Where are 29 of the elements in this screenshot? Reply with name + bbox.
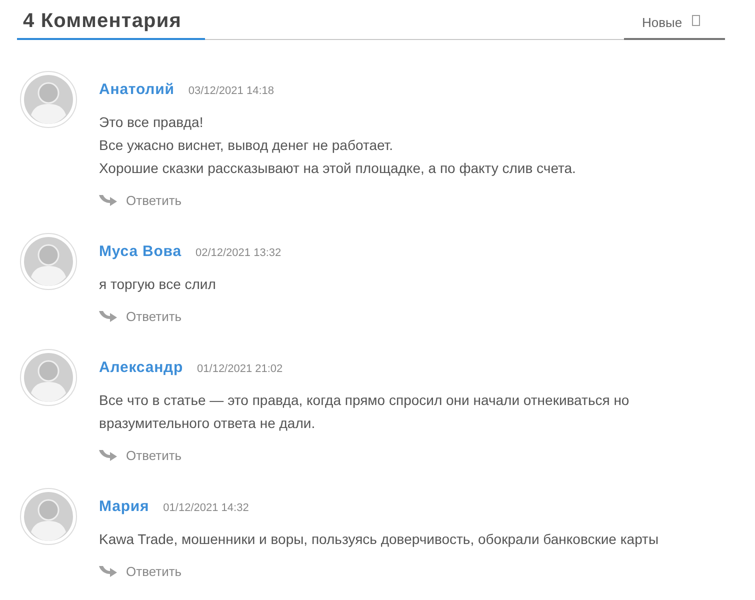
comments-heading: 4 Комментария — [17, 9, 205, 40]
avatar-icon — [20, 349, 77, 406]
comment-date[interactable]: 01/12/2021 14:32 — [163, 498, 249, 518]
avatar-icon — [20, 71, 77, 128]
avatar-icon — [20, 233, 77, 290]
comment-text: Это все правда! — [99, 113, 204, 132]
comment-text: Kawa Trade, мошенники и воры, пользуясь доверчивость, обокрали банковские карты — [99, 530, 660, 549]
avatar-icon — [20, 488, 77, 545]
reply-arrow-icon — [99, 449, 117, 461]
comment-author[interactable]: Анатолий — [99, 80, 174, 100]
comment-author[interactable]: Мария — [99, 497, 150, 517]
comment-author[interactable]: Александр — [99, 358, 184, 378]
comment-text: я торгую все слил — [99, 275, 217, 294]
reply-link[interactable]: Ответить — [126, 192, 182, 208]
comment-author[interactable]: Муса Вова — [99, 242, 182, 262]
comment-date[interactable]: 02/12/2021 13:32 — [195, 243, 282, 263]
sort-dropdown[interactable]: Новые — [642, 14, 682, 32]
reply-arrow-icon — [99, 565, 117, 577]
placeholder-glyph-icon — [692, 14, 700, 26]
reply-link[interactable]: Ответить — [126, 448, 182, 462]
comment-text: Хорошие сказки рассказывают на этой площадке, а по факту слив счета. — [99, 159, 577, 178]
comment-text: Все что в статье — это правда, когда прямо спросил они начали отнекиваться но вразумительного ответа не дали. — [99, 391, 630, 433]
comment-date[interactable]: 03/12/2021 14:18 — [188, 81, 274, 101]
reply-link[interactable]: Ответить — [126, 564, 182, 578]
reply-arrow-icon — [99, 194, 117, 206]
comment-text: Все ужасно виснет, вывод денег не работает. — [99, 136, 394, 155]
reply-link[interactable]: Ответить — [126, 308, 182, 324]
reply-arrow-icon — [99, 310, 117, 322]
comment-date[interactable]: 01/12/2021 21:02 — [197, 359, 283, 379]
